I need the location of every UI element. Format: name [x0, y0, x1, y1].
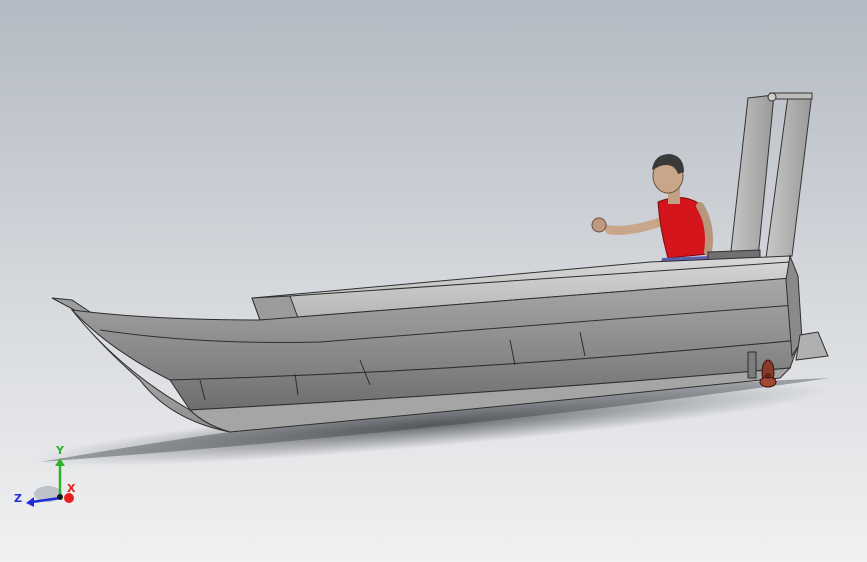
orientation-triad[interactable]: Y Z X	[10, 440, 90, 510]
seated-person	[591, 154, 713, 268]
z-axis-label: Z	[14, 492, 22, 505]
y-arrow-icon	[55, 458, 65, 466]
y-axis-label: Y	[55, 444, 65, 457]
stern-fin	[795, 331, 829, 361]
stern-tower	[729, 92, 813, 261]
z-arrow-icon	[26, 497, 34, 507]
origin-icon	[57, 494, 63, 500]
3d-viewport[interactable]: Y Z X	[0, 0, 867, 562]
boat-model[interactable]	[0, 0, 867, 562]
x-axis-label: X	[67, 482, 76, 495]
